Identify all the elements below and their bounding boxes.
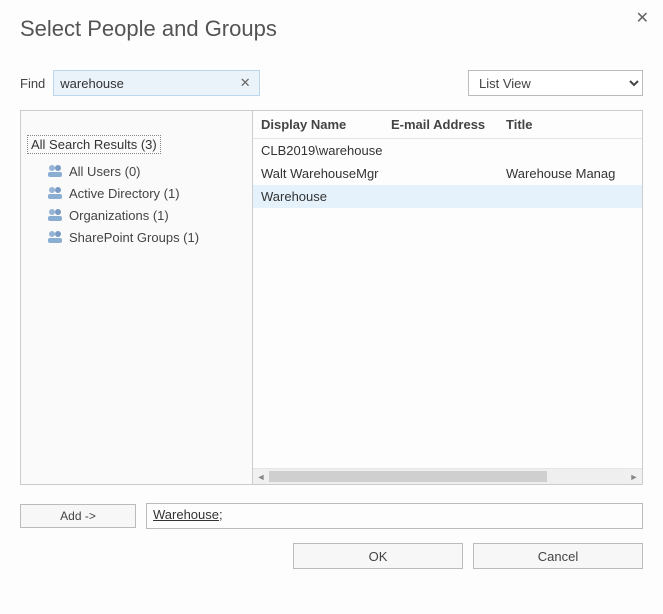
tree-item-active-directory[interactable]: Active Directory (1) — [47, 182, 244, 204]
search-input[interactable] — [60, 76, 237, 91]
cancel-button[interactable]: Cancel — [473, 543, 643, 569]
scroll-right-icon[interactable]: ► — [626, 469, 642, 484]
people-icon — [47, 207, 63, 223]
cell-title: Warehouse Manag — [506, 166, 642, 181]
ok-button[interactable]: OK — [293, 543, 463, 569]
people-icon — [47, 185, 63, 201]
tree-children: All Users (0) Active Directory (1) Organ… — [47, 160, 244, 248]
people-icon — [47, 229, 63, 245]
view-select[interactable]: List View — [468, 70, 643, 96]
result-row[interactable]: CLB2019\warehouse — [253, 139, 642, 162]
selected-entity: Warehouse — [153, 507, 219, 522]
cell-title — [506, 189, 642, 204]
results-body: CLB2019\warehouse Walt WarehouseMgr Ware… — [253, 139, 642, 468]
tree-item-sharepoint-groups[interactable]: SharePoint Groups (1) — [47, 226, 244, 248]
close-icon[interactable]: ✕ — [636, 8, 649, 28]
tree-pane: All Search Results (3) All Users (0) Act… — [21, 111, 253, 484]
result-row[interactable]: Walt WarehouseMgr Warehouse Manag — [253, 162, 642, 185]
find-label: Find — [20, 76, 45, 91]
main-area: All Search Results (3) All Users (0) Act… — [20, 110, 643, 485]
cell-display-name: Walt WarehouseMgr — [261, 166, 391, 181]
cell-display-name: CLB2019\warehouse — [261, 143, 391, 158]
tree-item-organizations[interactable]: Organizations (1) — [47, 204, 244, 226]
tree-item-label: Organizations (1) — [69, 208, 169, 223]
selection-suffix: ; — [219, 507, 223, 522]
cell-email — [391, 189, 506, 204]
results-header: Display Name E-mail Address Title — [253, 111, 642, 139]
scroll-thumb[interactable] — [269, 471, 547, 482]
col-display-name[interactable]: Display Name — [261, 117, 391, 132]
results-pane: Display Name E-mail Address Title CLB201… — [253, 111, 642, 484]
scroll-left-icon[interactable]: ◄ — [253, 469, 269, 484]
tree-item-label: All Users (0) — [69, 164, 141, 179]
tree-item-all-users[interactable]: All Users (0) — [47, 160, 244, 182]
scroll-track[interactable] — [269, 469, 626, 484]
footer-row: OK Cancel — [20, 543, 643, 569]
col-title[interactable]: Title — [506, 117, 642, 132]
cell-title — [506, 143, 642, 158]
cell-display-name: Warehouse — [261, 189, 391, 204]
result-row[interactable]: Warehouse — [253, 185, 642, 208]
col-email[interactable]: E-mail Address — [391, 117, 506, 132]
tree-item-label: SharePoint Groups (1) — [69, 230, 199, 245]
people-icon — [47, 163, 63, 179]
tree-root[interactable]: All Search Results (3) — [27, 135, 161, 154]
cell-email — [391, 166, 506, 181]
add-row: Add -> Warehouse; — [20, 503, 643, 529]
clear-search-icon[interactable]: ✕ — [238, 75, 253, 91]
tree-item-label: Active Directory (1) — [69, 186, 180, 201]
search-box[interactable]: ✕ — [53, 70, 259, 96]
horizontal-scrollbar[interactable]: ◄ ► — [253, 468, 642, 484]
dialog-title: Select People and Groups — [20, 16, 643, 42]
find-row: Find ✕ List View — [20, 70, 643, 96]
cell-email — [391, 143, 506, 158]
selection-box[interactable]: Warehouse; — [146, 503, 643, 529]
add-button[interactable]: Add -> — [20, 504, 136, 528]
